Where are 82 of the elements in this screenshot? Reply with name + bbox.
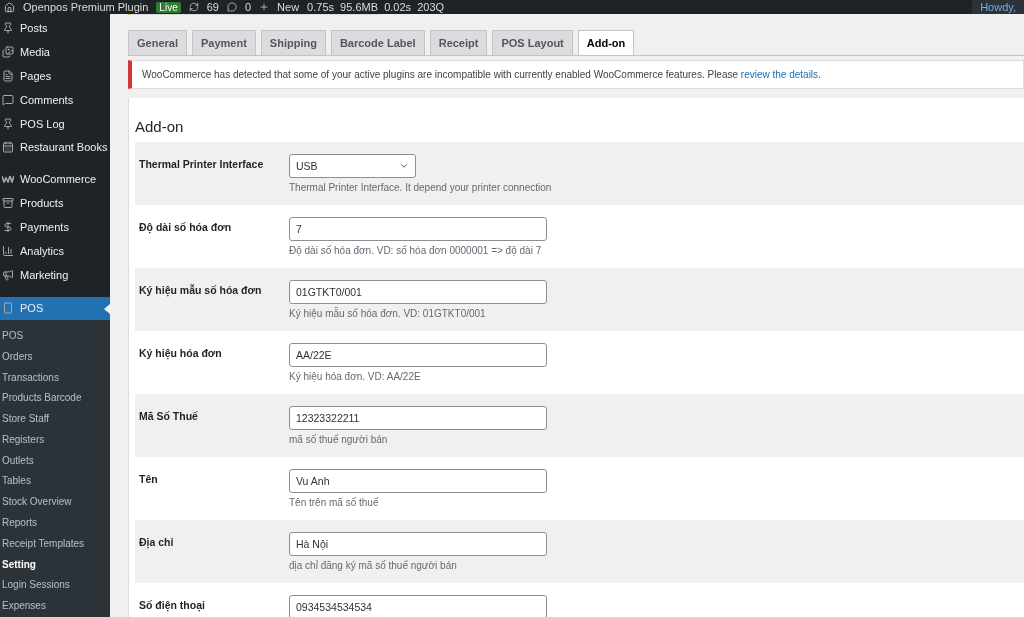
field-label: Thermal Printer Interface	[139, 157, 265, 172]
menu-icon	[2, 302, 14, 315]
refresh-icon[interactable]	[188, 2, 199, 12]
menu-icon	[2, 117, 14, 130]
menu-icon	[2, 93, 14, 106]
field-label: Số điện thoại	[139, 598, 206, 614]
menu-icon	[2, 221, 14, 234]
settings-tab[interactable]: General	[128, 30, 187, 55]
interface-select[interactable]: USB	[289, 154, 416, 178]
menu-item[interactable]: Payments	[0, 215, 110, 240]
menu-icon	[2, 69, 14, 82]
menu-item[interactable]: Products	[0, 191, 110, 216]
menu-item[interactable]: Marketing	[0, 263, 110, 287]
text-field[interactable]: AA/22E	[289, 343, 547, 367]
text-field[interactable]: 12323322211	[289, 406, 547, 430]
text-field[interactable]: Hà Nội	[289, 532, 547, 556]
text-field[interactable]: Vu Anh	[289, 469, 547, 493]
menu-icon	[2, 245, 14, 258]
field-label: Tên	[139, 472, 159, 487]
comment-icon[interactable]	[226, 2, 237, 12]
submenu-item[interactable]: Registers	[0, 429, 110, 451]
menu-icon	[2, 45, 14, 58]
live-badge: Live	[156, 1, 181, 13]
menu-icon	[2, 21, 14, 34]
field-label: Độ dài số hóa đơn	[139, 220, 233, 236]
text-field[interactable]: 7	[289, 217, 547, 241]
menu-item[interactable]: POS Log	[0, 111, 110, 136]
submenu-item[interactable]: Products Barcode	[0, 388, 110, 410]
woo-icon	[2, 173, 14, 185]
field-label: Ký hiệu hóa đơn	[139, 346, 223, 362]
field-label: Địa chỉ	[139, 535, 175, 551]
submenu-item[interactable]: Login Sessions	[0, 575, 110, 597]
notice-text: WooCommerce has detected that some of your active plugins are incompatible with currently enabled WooCommerce features. Please review the details.	[142, 69, 821, 80]
field-description: Tên trên mã số thuế	[289, 497, 380, 508]
submenu-item[interactable]: Expenses	[0, 596, 110, 617]
settings-tab[interactable]: Add-on	[577, 30, 635, 55]
submenu-item[interactable]: POS	[0, 325, 110, 347]
home-icon[interactable]	[4, 1, 15, 13]
settings-tab[interactable]: Shipping	[260, 30, 326, 55]
menu-icon	[2, 141, 14, 154]
field-description: địa chỉ đăng ký mã số thuế người bán	[289, 560, 458, 571]
settings-tab[interactable]: POS Layout	[492, 30, 573, 55]
menu-icon	[2, 197, 14, 210]
update-count[interactable]: 69	[206, 1, 219, 13]
menu-item[interactable]: Comments	[0, 87, 110, 112]
section-title: Add-on	[135, 118, 185, 135]
submenu-item[interactable]: Orders	[0, 346, 110, 368]
account-link[interactable]: Howdy,	[972, 0, 1024, 14]
plus-icon[interactable]	[259, 2, 270, 12]
field-description: mã số thuế người bán	[289, 434, 389, 445]
submenu-item[interactable]: Store Staff	[0, 409, 110, 430]
performance-stats: 0.75s 95.6MB 0.02s 203Q	[307, 1, 445, 13]
menu-item[interactable]: Restaurant Books	[0, 135, 110, 160]
text-field[interactable]: 01GTKT0/001	[289, 280, 547, 304]
site-name[interactable]: Openpos Premium Plugin	[23, 1, 149, 13]
field-description: Thermal Printer Interface. It depend your printer connection	[289, 182, 553, 193]
menu-item[interactable]: POS	[0, 296, 110, 320]
submenu-item[interactable]: Setting	[0, 554, 110, 576]
settings-tab[interactable]: Receipt	[429, 30, 488, 55]
field-label: Ký hiệu mẫu số hóa đơn	[139, 283, 263, 299]
chevron-down-icon	[399, 161, 409, 171]
submenu-item[interactable]: Tables	[0, 471, 110, 493]
new-link[interactable]: New	[277, 1, 300, 13]
menu-item[interactable]: Analytics	[0, 239, 110, 264]
menu-item[interactable]: Pages	[0, 63, 110, 88]
menu-icon	[2, 269, 14, 281]
text-field[interactable]: 0934534534534	[289, 595, 547, 617]
comment-count[interactable]: 0	[244, 1, 252, 13]
menu-item[interactable]: WooCommerce	[0, 167, 110, 192]
submenu-item[interactable]: Transactions	[0, 367, 110, 389]
settings-tab[interactable]: Payment	[191, 30, 256, 55]
menu-item[interactable]: Media	[0, 39, 110, 64]
settings-tab[interactable]: Barcode Label	[330, 30, 425, 55]
field-description: Độ dài số hóa đơn. VD: số hóa đơn 0000001 => độ dài 7	[289, 245, 543, 256]
field-label: Mã Số Thuế	[139, 409, 199, 424]
submenu-item[interactable]: Outlets	[0, 450, 110, 472]
submenu-item[interactable]: Reports	[0, 513, 110, 534]
submenu-item[interactable]: Receipt Templates	[0, 533, 110, 555]
field-description: Ký hiệu hóa đơn. VD: AA/22E	[289, 371, 422, 382]
menu-item[interactable]: Posts	[0, 16, 110, 40]
submenu-item[interactable]: Stock Overview	[0, 492, 110, 514]
field-description: Ký hiệu mẫu số hóa đơn. VD: 01GTKT0/001	[289, 308, 487, 319]
